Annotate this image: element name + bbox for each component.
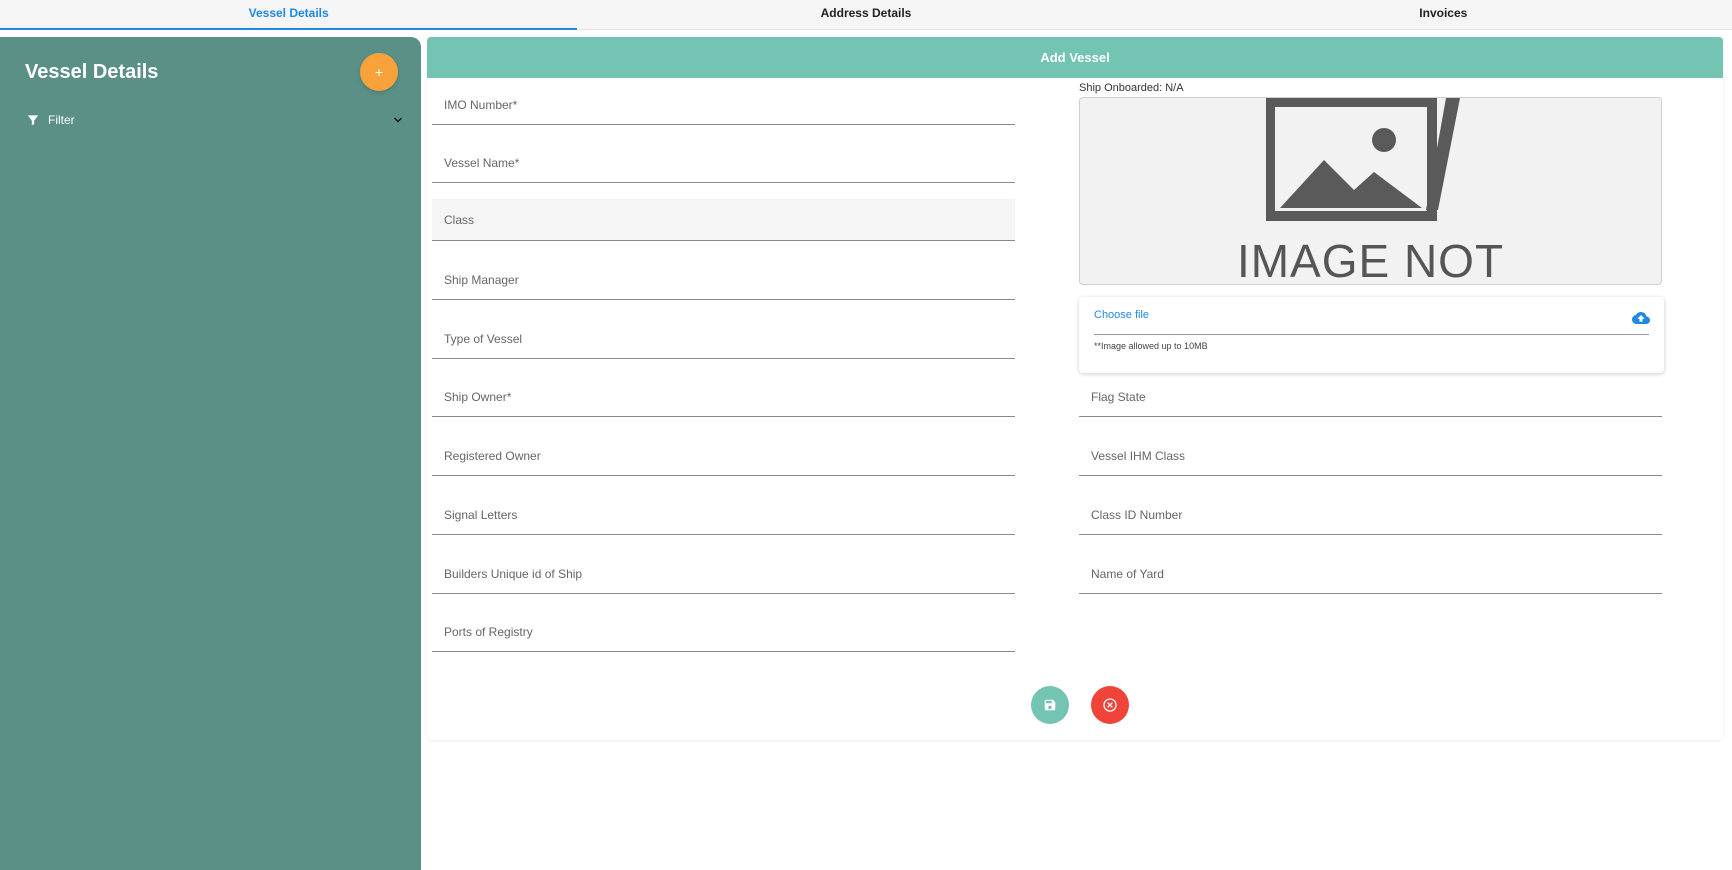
- field-label: Ship Manager: [444, 272, 519, 287]
- panel-header: Add Vessel: [427, 37, 1723, 78]
- add-vessel-button[interactable]: +: [360, 53, 398, 91]
- ship-owner-field[interactable]: Ship Owner*: [432, 377, 1015, 417]
- tab-address-details[interactable]: Address Details: [577, 0, 1154, 29]
- filter-icon: [26, 113, 40, 127]
- field-label: Class ID Number: [1091, 507, 1183, 522]
- class-field[interactable]: Class: [432, 199, 1015, 241]
- tab-vessel-details[interactable]: Vessel Details: [0, 0, 578, 30]
- field-label: Signal Letters: [444, 507, 518, 522]
- panel-title: Add Vessel: [1040, 50, 1110, 65]
- vessel-image-preview: IMAGE NOT: [1079, 97, 1662, 285]
- field-label: Type of Vessel: [444, 331, 523, 346]
- image-placeholder-icon: [1266, 98, 1460, 221]
- imo-number-field[interactable]: IMO Number*: [432, 85, 1015, 125]
- field-label: Vessel IHM Class: [1091, 448, 1186, 463]
- image-placeholder-text: IMAGE NOT: [1236, 235, 1505, 285]
- close-circle-icon: [1103, 698, 1117, 712]
- save-icon: [1044, 699, 1056, 711]
- field-label: Class: [444, 212, 475, 227]
- sidebar-title: Vessel Details: [25, 61, 159, 83]
- add-vessel-panel: Add Vessel IMO Number* Vessel Name* Clas…: [427, 37, 1723, 740]
- choose-file-button[interactable]: Choose file: [1094, 309, 1149, 321]
- builders-unique-id-field[interactable]: Builders Unique id of Ship: [432, 554, 1015, 594]
- sidebar: Vessel Details + Filter: [0, 37, 421, 870]
- class-id-number-field[interactable]: Class ID Number: [1079, 495, 1662, 535]
- top-tab-bar: Vessel Details Address Details Invoices: [0, 0, 1732, 30]
- chevron-down-icon: [392, 114, 404, 126]
- field-label: Vessel Name*: [444, 155, 520, 170]
- upload-underline: [1094, 334, 1649, 335]
- cloud-upload-icon[interactable]: [1632, 309, 1650, 327]
- name-of-yard-field[interactable]: Name of Yard: [1079, 554, 1662, 594]
- field-label: Builders Unique id of Ship: [444, 566, 583, 581]
- save-button[interactable]: [1031, 686, 1069, 724]
- upload-size-hint: **Image allowed up to 10MB: [1094, 341, 1208, 351]
- add-button-label: +: [374, 64, 384, 80]
- ship-onboarded-status: Ship Onboarded: N/A: [1079, 82, 1184, 94]
- image-upload-card: Choose file **Image allowed up to 10MB: [1079, 297, 1664, 373]
- tab-invoices[interactable]: Invoices: [1155, 0, 1732, 29]
- vessel-name-field[interactable]: Vessel Name*: [432, 143, 1015, 183]
- type-of-vessel-field[interactable]: Type of Vessel: [432, 319, 1015, 359]
- field-label: Ship Owner*: [444, 389, 512, 404]
- field-label: IMO Number*: [444, 97, 518, 112]
- vessel-ihm-class-field[interactable]: Vessel IHM Class: [1079, 436, 1662, 476]
- field-label: Registered Owner: [444, 448, 541, 463]
- filter-toggle[interactable]: Filter: [26, 109, 404, 131]
- field-label: Ports of Registry: [444, 624, 533, 639]
- cancel-button[interactable]: [1091, 686, 1129, 724]
- signal-letters-field[interactable]: Signal Letters: [432, 495, 1015, 535]
- field-label: Flag State: [1091, 389, 1146, 404]
- field-label: Name of Yard: [1091, 566, 1164, 581]
- filter-label: Filter: [48, 113, 75, 127]
- ship-manager-field[interactable]: Ship Manager: [432, 260, 1015, 300]
- flag-state-field[interactable]: Flag State: [1079, 377, 1662, 417]
- ports-of-registry-field[interactable]: Ports of Registry: [432, 612, 1015, 652]
- registered-owner-field[interactable]: Registered Owner: [432, 436, 1015, 476]
